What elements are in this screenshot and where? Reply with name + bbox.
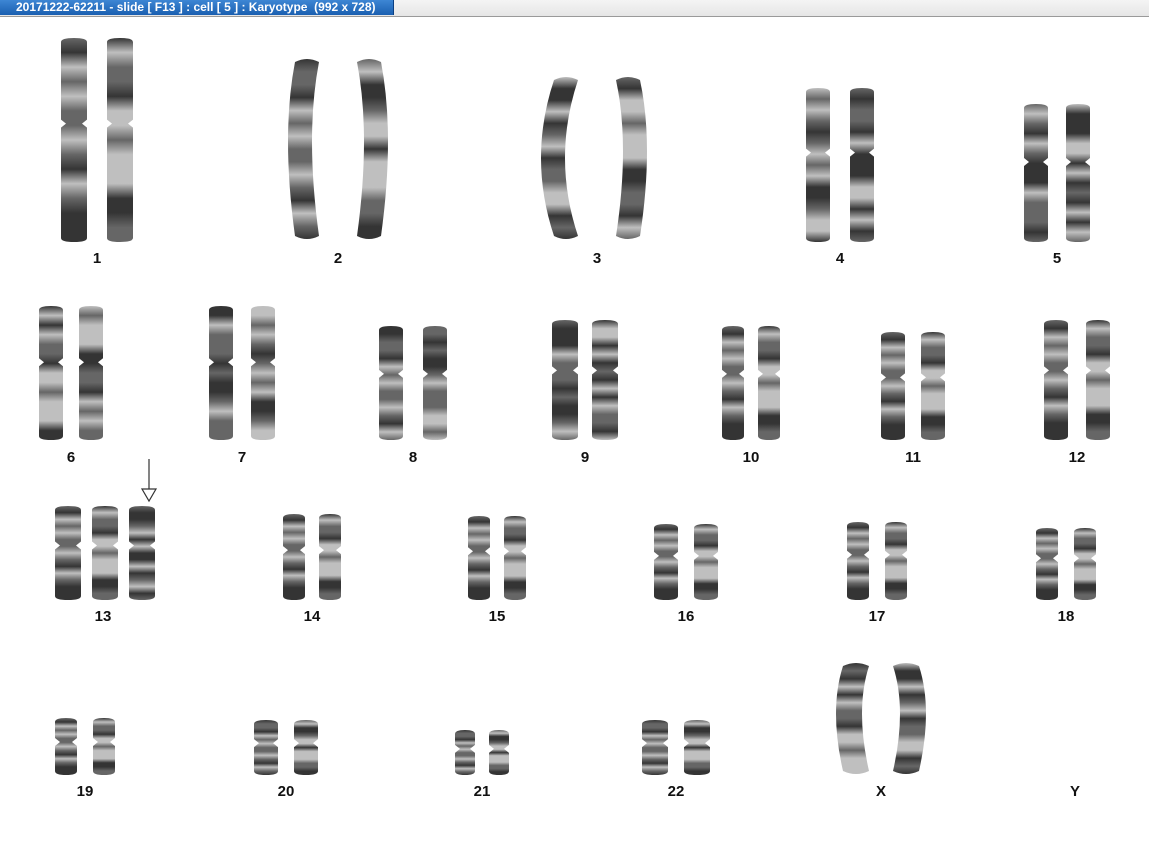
chromosome-2-copy-2[interactable] [327, 58, 411, 244]
chromosome-8-copy-2[interactable] [393, 326, 477, 444]
chromosome-label-13: 13 [94, 608, 112, 625]
chromosome-17-copy-2[interactable] [855, 522, 937, 604]
window-title-bar: 20171222-62211 - slide [ F13 ] : cell [ … [0, 0, 1149, 17]
chromosome-7-copy-2[interactable] [221, 306, 305, 444]
chromosome-label-8: 8 [408, 449, 418, 466]
chromosome-13-copy-3[interactable] [99, 506, 185, 604]
chromosome-11-copy-2[interactable] [891, 332, 975, 444]
chromosome-1-copy-2[interactable] [77, 38, 163, 246]
chromosome-5-copy-2[interactable] [1036, 104, 1120, 246]
chromosome-label-15: 15 [488, 608, 506, 625]
chromosome-20-copy-2[interactable] [264, 720, 348, 779]
chromosome-label-22: 22 [667, 783, 685, 800]
chromosome-label-7: 7 [237, 449, 247, 466]
chromosome-19-copy-2[interactable] [63, 718, 145, 779]
down-arrow-icon [140, 459, 158, 503]
chromosome-10-copy-2[interactable] [728, 326, 810, 444]
chromosome-label-20: 20 [277, 783, 295, 800]
chromosome-label-17: 17 [868, 608, 886, 625]
chromosome-label-21: 21 [473, 783, 491, 800]
chromosome-label-19: 19 [76, 783, 94, 800]
chromosome-22-copy-2[interactable] [654, 720, 740, 779]
chromosome-15-copy-2[interactable] [474, 516, 556, 604]
chromosome-9-copy-2[interactable] [562, 320, 648, 444]
chromosome-21-copy-2[interactable] [459, 730, 539, 779]
chromosome-label-18: 18 [1057, 608, 1075, 625]
chromosome-14-copy-2[interactable] [289, 514, 371, 604]
chromosome-label-4: 4 [835, 250, 845, 267]
chromosome-label-9: 9 [580, 449, 590, 466]
chromosome-4-copy-2[interactable] [820, 88, 904, 246]
chromosome-x-copy-2[interactable] [863, 662, 949, 779]
chromosome-3-copy-2[interactable] [586, 76, 670, 244]
chromosome-label-14: 14 [303, 608, 321, 625]
chromosome-label-3: 3 [592, 250, 602, 267]
chromosome-12-copy-2[interactable] [1056, 320, 1140, 444]
karyotype-canvas: 1 2 3 4 5 6 7 8 9 10 11 12 13 14 15 16 17 18 19 20 21 22 X Y [0, 17, 1149, 843]
chromosome-label-x: X [875, 783, 886, 800]
chromosome-label-2: 2 [333, 250, 343, 267]
chromosome-label-6: 6 [66, 449, 76, 466]
chromosome-label-11: 11 [905, 449, 921, 466]
chromosome-label-16: 16 [677, 608, 695, 625]
chromosome-16-copy-2[interactable] [664, 524, 748, 604]
window-title-tab[interactable]: 20171222-62211 - slide [ F13 ] : cell [ … [0, 0, 394, 15]
chromosome-6-copy-2[interactable] [49, 306, 133, 444]
chromosome-label-1: 1 [92, 250, 102, 267]
chromosome-label-5: 5 [1052, 250, 1062, 267]
chromosome-label-y: Y [1069, 783, 1080, 800]
chromosome-18-copy-2[interactable] [1044, 528, 1126, 604]
chromosome-label-10: 10 [742, 449, 760, 466]
chromosome-label-12: 12 [1068, 449, 1086, 466]
